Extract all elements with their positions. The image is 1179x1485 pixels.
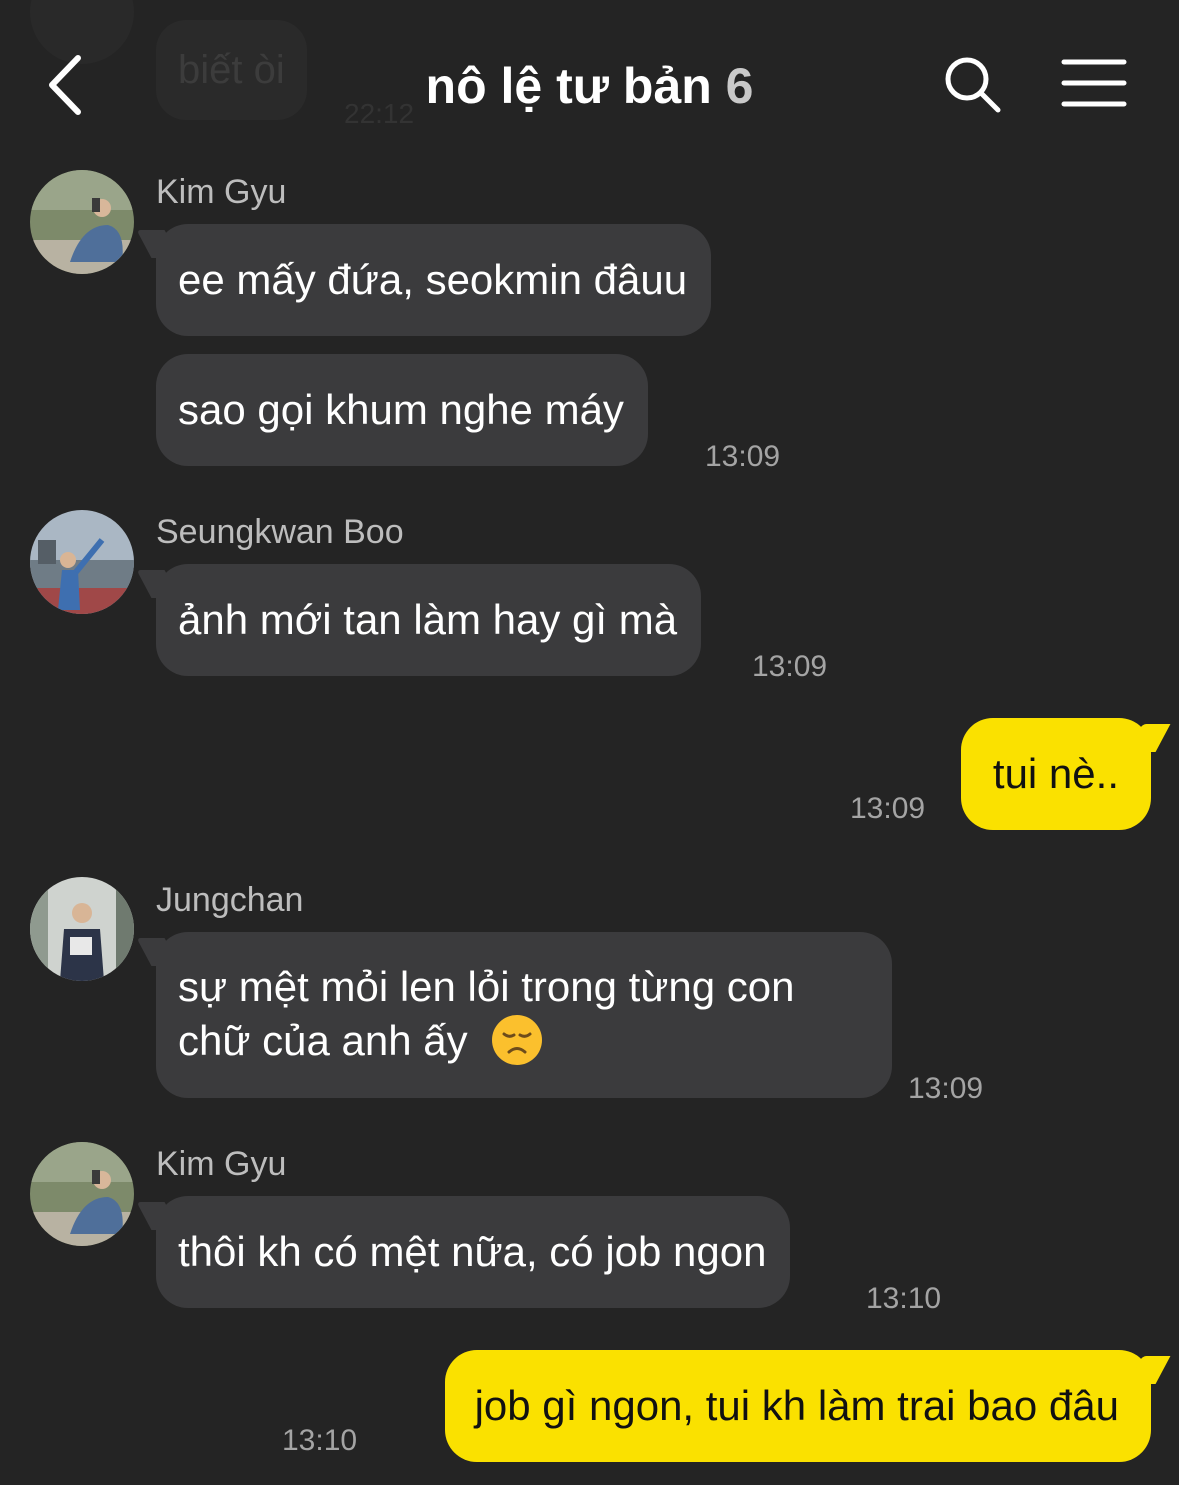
message-text: job gì ngon, tui kh làm trai bao đâu: [474, 1382, 1119, 1429]
message-text: sao gọi khum nghe máy: [178, 386, 624, 433]
message-text: ee mấy đứa, seokmin đâuu: [178, 256, 688, 303]
menu-button[interactable]: [1060, 56, 1128, 112]
search-button[interactable]: [940, 52, 1004, 116]
outgoing-message-bubble[interactable]: tui nè..: [960, 718, 1151, 830]
message-text: tui nè..: [992, 750, 1119, 797]
avatar-kim-gyu[interactable]: [30, 170, 134, 274]
search-icon: [945, 57, 1001, 113]
incoming-message-bubble[interactable]: ảnh mới tan làm hay gì mà: [156, 564, 702, 676]
message-time: 13:10: [282, 1424, 358, 1457]
message-text: ảnh mới tan làm hay gì mà: [178, 596, 678, 643]
chat-header: nô lệ tư bản 6: [0, 0, 1179, 150]
message-time: 13:09: [752, 650, 828, 683]
incoming-message-bubble[interactable]: ee mấy đứa, seokmin đâuu: [156, 224, 712, 336]
hamburger-menu-icon: [1061, 59, 1127, 107]
avatar-jungchan[interactable]: [30, 877, 134, 981]
message-time: 13:09: [705, 440, 781, 473]
disappointed-face-emoji: [492, 1014, 543, 1065]
incoming-message-bubble[interactable]: thôi kh có mệt nữa, có job ngon: [156, 1196, 791, 1308]
message-text-block: sự mệt mỏi len lỏi trong từng con chữ củ…: [178, 960, 862, 1070]
message-time: 13:09: [850, 792, 926, 825]
message-text: thôi kh có mệt nữa, có job ngon: [178, 1228, 767, 1275]
outgoing-message-bubble[interactable]: job gì ngon, tui kh làm trai bao đâu: [444, 1350, 1151, 1462]
sender-name: Jungchan: [156, 881, 304, 919]
avatar-seungkwan-boo[interactable]: [30, 510, 134, 614]
message-time: 13:09: [908, 1072, 984, 1105]
sender-name: Kim Gyu: [156, 173, 287, 211]
incoming-message-bubble[interactable]: sự mệt mỏi len lỏi trong từng con chữ củ…: [156, 932, 892, 1098]
sender-name: Kim Gyu: [156, 1145, 287, 1183]
member-count: 6: [725, 58, 754, 114]
message-time: 13:10: [866, 1282, 942, 1315]
chat-name: nô lệ tư bản: [425, 58, 712, 114]
incoming-message-bubble[interactable]: sao gọi khum nghe máy: [156, 354, 648, 466]
avatar-kim-gyu[interactable]: [30, 1142, 134, 1246]
sender-name: Seungkwan Boo: [156, 513, 404, 551]
message-text: sự mệt mỏi len lỏi trong từng con chữ củ…: [178, 963, 795, 1065]
